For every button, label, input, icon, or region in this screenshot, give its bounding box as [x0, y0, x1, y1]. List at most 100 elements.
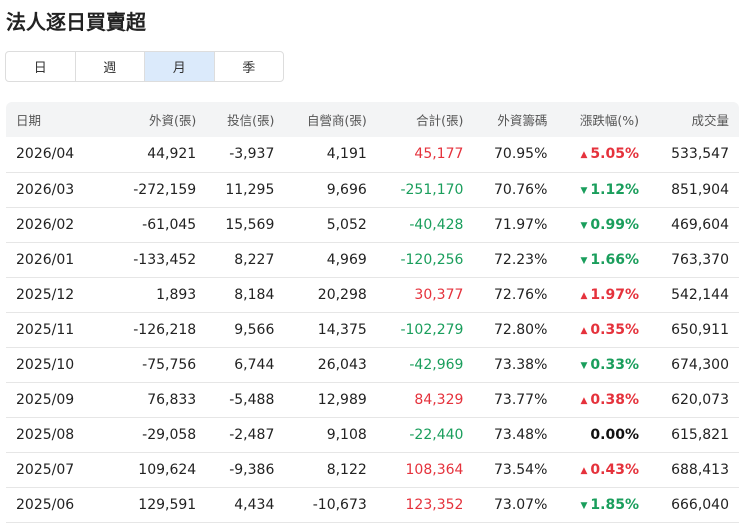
volume-cell: 533,547: [648, 137, 739, 173]
dealer-cell: 9,696: [284, 172, 377, 208]
investment-trust-cell: 9,566: [206, 312, 285, 348]
foreign-cell: -126,218: [109, 312, 207, 348]
foreign-cell: 109,624: [109, 452, 207, 488]
table-row: 2026/04 44,921 -3,937 4,191 45,177 70.95% ▲ 5.0…: [6, 137, 739, 173]
change-pct-cell: ▼ 1.12%: [557, 172, 649, 208]
change-pct-cell: ▲ 5.05%: [557, 137, 649, 173]
foreign-cell: -61,045: [109, 207, 207, 243]
change-pct-cell: ▼ 1.66%: [557, 242, 649, 278]
table-row: 2025/10 -75,756 6,744 26,043 -42,969 73.38% ▼ 0…: [6, 347, 739, 383]
foreign-cell: -272,159: [109, 172, 207, 208]
date-cell: 2025/08: [6, 417, 110, 453]
total-cell: -40,428: [376, 207, 474, 243]
change-value: 0.38%: [590, 391, 639, 408]
change-value: 0.35%: [590, 321, 639, 338]
total-cell: -22,440: [376, 417, 474, 453]
change-value: 0.43%: [590, 461, 639, 478]
volume-cell: 650,911: [648, 312, 739, 348]
change-value: 1.66%: [590, 251, 639, 268]
foreign-holding-cell: 70.95%: [473, 137, 558, 173]
page-title: 法人逐日買賣超: [6, 10, 146, 34]
triangle-up-icon: ▲: [580, 325, 588, 336]
column-header[interactable]: 成交量: [648, 102, 739, 137]
date-cell: 2025/09: [6, 382, 110, 418]
total-cell: -120,256: [376, 242, 474, 278]
change-pct-cell: ▲ 0.35%: [557, 312, 649, 348]
triangle-up-icon: ▲: [580, 465, 588, 476]
change-value: 1.85%: [590, 496, 639, 513]
change-value: 0.33%: [590, 356, 639, 373]
triangle-down-icon: ▼: [580, 360, 588, 371]
investment-trust-cell: -9,386: [206, 452, 285, 488]
investment-trust-cell: 6,744: [206, 347, 285, 383]
change-pct-cell: ▲ 1.97%: [557, 277, 649, 313]
change-pct-cell: 0.00%: [557, 417, 649, 453]
change-pct-cell: ▼ 0.33%: [557, 347, 649, 383]
triangle-up-icon: ▲: [580, 290, 588, 301]
column-header[interactable]: 自營商(張): [284, 102, 377, 137]
tab-month[interactable]: 月: [145, 52, 215, 81]
tab-day[interactable]: 日: [6, 52, 76, 81]
column-header[interactable]: 合計(張): [376, 102, 474, 137]
foreign-cell: 1,893: [109, 277, 207, 313]
total-cell: 45,177: [376, 137, 474, 173]
foreign-holding-cell: 70.76%: [473, 172, 558, 208]
volume-cell: 851,904: [648, 172, 739, 208]
table-row: 2025/12 1,893 8,184 20,298 30,377 72.76% ▲ 1.97…: [6, 277, 739, 313]
triangle-down-icon: ▼: [580, 255, 588, 266]
change-value: 5.05%: [590, 146, 639, 163]
investment-trust-cell: 8,184: [206, 277, 285, 313]
dealer-cell: 5,052: [284, 207, 377, 243]
table-row: 2025/11 -126,218 9,566 14,375 -102,279 72.80%…: [6, 312, 739, 348]
foreign-holding-cell: 73.77%: [473, 382, 558, 418]
dealer-cell: 26,043: [284, 347, 377, 383]
dealer-cell: 9,108: [284, 417, 377, 453]
triangle-down-icon: ▼: [580, 500, 588, 511]
total-cell: 84,329: [376, 382, 474, 418]
date-cell: 2025/12: [6, 277, 110, 313]
change-pct-cell: ▲ 0.43%: [557, 452, 649, 488]
investment-trust-cell: -5,488: [206, 382, 285, 418]
date-cell: 2025/10: [6, 347, 110, 383]
volume-cell: 674,300: [648, 347, 739, 383]
tab-quarter[interactable]: 季: [215, 52, 284, 81]
change-value: 0.00%: [590, 426, 639, 443]
dealer-cell: 20,298: [284, 277, 377, 313]
date-cell: 2026/03: [6, 172, 110, 208]
total-cell: -251,170: [376, 172, 474, 208]
table-header: 日期 外資(張) 投信(張) 自營商(張) 合計(張) 外資籌碼 漲跌幅(%) 成交量: [6, 102, 739, 137]
change-pct-cell: ▼ 0.99%: [557, 207, 649, 243]
investment-trust-cell: -3,937: [206, 137, 285, 173]
table-row: 2025/09 76,833 -5,488 12,989 84,329 73.77% ▲ 0.…: [6, 382, 739, 418]
foreign-cell: -75,756: [109, 347, 207, 383]
investment-trust-cell: 15,569: [206, 207, 285, 243]
column-header[interactable]: 外資籌碼: [473, 102, 558, 137]
column-header[interactable]: 外資(張): [109, 102, 207, 137]
foreign-cell: 44,921: [109, 137, 207, 173]
table-row: 2025/07 109,624 -9,386 8,122 108,364 73.54% ▲ 0…: [6, 452, 739, 488]
total-cell: 108,364: [376, 452, 474, 488]
volume-cell: 615,821: [648, 417, 739, 453]
dealer-cell: 4,191: [284, 137, 377, 173]
foreign-cell: 76,833: [109, 382, 207, 418]
date-cell: 2025/07: [6, 452, 110, 488]
column-header[interactable]: 投信(張): [206, 102, 285, 137]
foreign-holding-cell: 73.54%: [473, 452, 558, 488]
triangle-up-icon: ▲: [580, 150, 588, 161]
foreign-cell: -133,452: [109, 242, 207, 278]
change-value: 1.97%: [590, 286, 639, 303]
foreign-holding-cell: 73.38%: [473, 347, 558, 383]
column-header[interactable]: 漲跌幅(%): [557, 102, 649, 137]
investment-trust-cell: 11,295: [206, 172, 285, 208]
column-header[interactable]: 日期: [6, 102, 110, 137]
dealer-cell: 14,375: [284, 312, 377, 348]
tab-week[interactable]: 週: [76, 52, 145, 81]
triangle-down-icon: ▼: [580, 185, 588, 196]
foreign-holding-cell: 72.23%: [473, 242, 558, 278]
table-row: 2026/02 -61,045 15,569 5,052 -40,428 71.97% ▼ 0…: [6, 207, 739, 243]
foreign-cell: -29,058: [109, 417, 207, 453]
date-cell: 2025/11: [6, 312, 110, 348]
period-tabs: 日週月季: [5, 51, 284, 82]
triangle-down-icon: ▼: [580, 220, 588, 231]
dealer-cell: 4,969: [284, 242, 377, 278]
